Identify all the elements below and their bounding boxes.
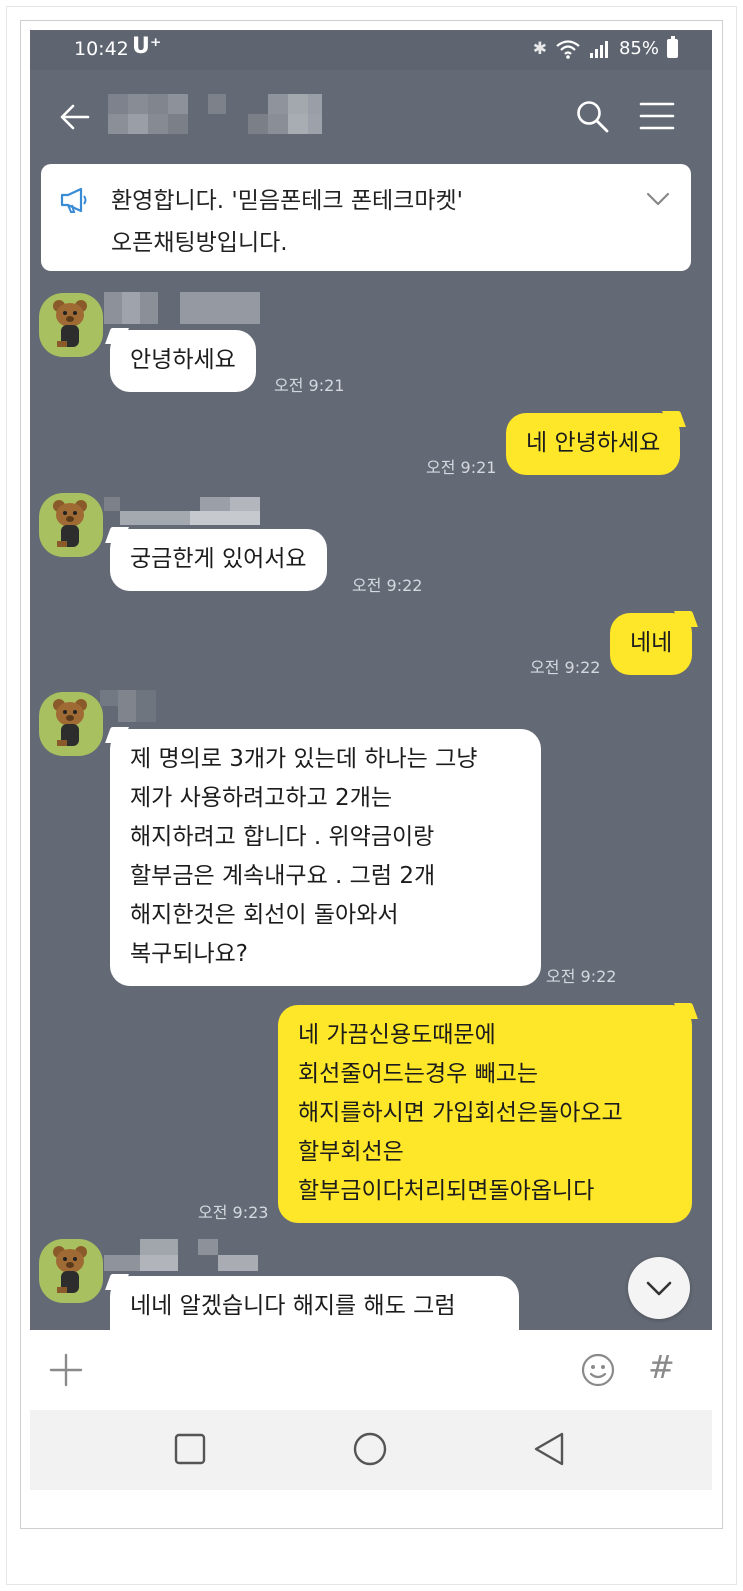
message-time: 오전 9:22 xyxy=(530,658,601,677)
scroll-to-bottom-button[interactable] xyxy=(628,1257,690,1319)
sender-name-blurred xyxy=(100,690,260,722)
phone-screen: 10:42 U⁺ ✱ 85% 환영합니다. '믿음폰테크 폰테크마켓' 오픈채팅… xyxy=(30,30,712,1490)
blur-mosaic xyxy=(104,1239,258,1271)
message-time: 오전 9:22 xyxy=(546,967,617,986)
status-icons: ✱ 85% xyxy=(532,36,678,59)
triangle-back-icon[interactable] xyxy=(532,1431,566,1467)
search-icon[interactable] xyxy=(574,98,610,134)
emoji-icon[interactable] xyxy=(580,1352,616,1388)
message-time: 오전 9:22 xyxy=(352,576,423,595)
chevron-down-icon xyxy=(646,1281,672,1296)
chevron-down-icon[interactable] xyxy=(645,190,671,208)
message-input[interactable] xyxy=(100,1344,570,1396)
message-bubble-outgoing[interactable]: 네네 xyxy=(610,613,693,675)
bear-avatar-icon xyxy=(53,500,87,547)
bear-avatar-icon xyxy=(53,1246,87,1293)
blur-mosaic xyxy=(104,497,260,525)
sender-name-blurred xyxy=(104,1239,264,1271)
message-text-line: 해지한것은 회선이 돌아와서 xyxy=(130,902,399,928)
battery-icon xyxy=(667,36,678,58)
status-time: 10:42 xyxy=(74,38,129,60)
signal-icon xyxy=(589,40,608,58)
message-time: 오전 9:21 xyxy=(274,376,345,395)
battery-percent: 85% xyxy=(618,38,659,59)
message-bubble-outgoing[interactable]: 네 안녕하세요 xyxy=(506,413,681,475)
bear-avatar-icon xyxy=(53,699,87,746)
wifi-icon xyxy=(556,39,580,59)
hash-icon[interactable]: # xyxy=(648,1348,675,1386)
avatar[interactable] xyxy=(39,293,103,357)
blur-mosaic xyxy=(108,94,322,134)
notice-text: 환영합니다. '믿음폰테크 폰테크마켓' 오픈채팅방입니다. xyxy=(111,180,631,264)
bluetooth-icon: ✱ xyxy=(532,38,547,59)
carrier-label: U⁺ xyxy=(132,34,162,59)
sender-name-blurred xyxy=(104,292,264,324)
blur-mosaic xyxy=(104,292,260,324)
megaphone-icon xyxy=(60,187,87,213)
message-bubble-incoming[interactable]: 안녕하세요 xyxy=(110,330,256,392)
notice-line-1: 환영합니다. '믿음폰테크 폰테크마켓' xyxy=(111,188,463,214)
message-text-line: 해지를하시면 가입회선은돌아오고 xyxy=(298,1100,623,1126)
message-bubble-incoming[interactable]: 제 명의로 3개가 있는데 하나는 그냥 제가 사용하려고하고 2개는 해지하려… xyxy=(110,729,541,986)
message-bubble-incoming[interactable]: 궁금한게 있어서요 xyxy=(110,529,327,591)
arrow-left-icon[interactable] xyxy=(58,100,92,134)
blur-mosaic xyxy=(100,690,156,722)
message-text-line: 네 가끔신용도때문에 xyxy=(298,1022,496,1048)
message-bubble-outgoing[interactable]: 네 가끔신용도때문에 회선줄어드는경우 빼고는 해지를하시면 가입회선은돌아오고… xyxy=(278,1005,692,1223)
message-time: 오전 9:23 xyxy=(198,1203,269,1222)
android-navigation-bar xyxy=(30,1410,712,1490)
message-time: 오전 9:21 xyxy=(426,458,497,477)
square-icon[interactable] xyxy=(174,1433,206,1465)
message-text-line: 할부회선은 xyxy=(298,1139,404,1165)
avatar[interactable] xyxy=(39,692,103,756)
avatar[interactable] xyxy=(39,1239,103,1303)
notice-banner[interactable]: 환영합니다. '믿음폰테크 폰테크마켓' 오픈채팅방입니다. xyxy=(41,164,691,271)
plus-icon[interactable] xyxy=(48,1352,84,1388)
notice-line-2: 오픈채팅방입니다. xyxy=(111,230,288,256)
bear-avatar-icon xyxy=(53,300,87,347)
sender-name-blurred xyxy=(104,497,264,529)
message-text-line: 할부금은 계속내구요 . 그럼 2개 xyxy=(130,863,436,889)
message-text: 네 안녕하세요 xyxy=(526,430,661,456)
circle-icon[interactable] xyxy=(352,1431,388,1467)
message-text-line: 제가 사용하려고하고 2개는 xyxy=(130,785,393,811)
chat-header xyxy=(30,70,712,165)
message-text-line: 할부금이다처리되면돌아옵니다 xyxy=(298,1178,595,1204)
avatar[interactable] xyxy=(39,493,103,557)
message-text-line: 회선줄어드는경우 빼고는 xyxy=(298,1061,539,1087)
message-text-line: 해지하려고 합니다 . 위약금이랑 xyxy=(130,824,435,850)
message-input-bar: # xyxy=(30,1330,712,1410)
message-text: 네네 xyxy=(630,630,673,656)
message-text: 궁금한게 있어서요 xyxy=(130,546,307,572)
message-text: 네네 알겠습니다 해지를 해도 그럼 xyxy=(130,1293,456,1319)
hamburger-menu-icon[interactable] xyxy=(638,100,676,132)
message-text-line: 제 명의로 3개가 있는데 하나는 그냥 xyxy=(130,746,478,772)
message-text-line: 복구되나요? xyxy=(130,941,249,967)
message-text: 안녕하세요 xyxy=(130,347,236,373)
chat-room-title-blurred xyxy=(108,94,328,134)
status-bar: 10:42 U⁺ ✱ 85% xyxy=(30,30,712,70)
